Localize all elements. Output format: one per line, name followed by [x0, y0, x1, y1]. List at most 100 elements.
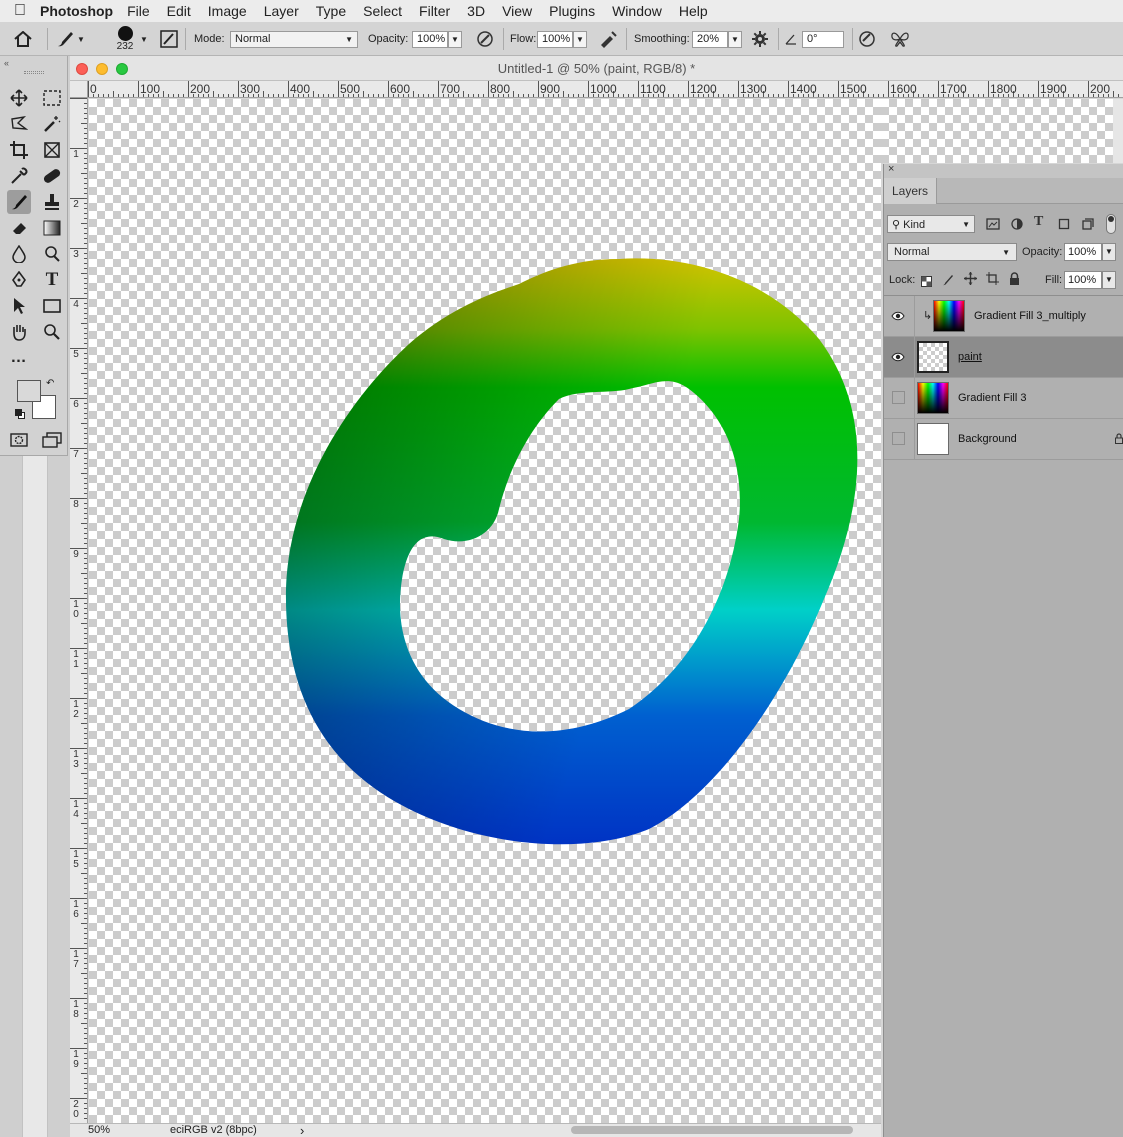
- menu-file[interactable]: File: [127, 3, 150, 19]
- collapse-panel-icon[interactable]: «: [4, 58, 9, 68]
- brush-preset-picker[interactable]: 232: [110, 22, 140, 56]
- angle-field[interactable]: 0°: [802, 22, 844, 56]
- eye-icon[interactable]: [890, 350, 906, 364]
- menu-help[interactable]: Help: [679, 3, 708, 19]
- menu-select[interactable]: Select: [363, 3, 402, 19]
- default-colors-icon[interactable]: [15, 409, 25, 419]
- menu-view[interactable]: View: [502, 3, 532, 19]
- layer-name[interactable]: Gradient Fill 3_multiply: [974, 310, 1086, 322]
- horizontal-scrollbar-thumb[interactable]: [571, 1126, 853, 1134]
- eyedropper-tool-icon[interactable]: [7, 164, 31, 188]
- magic-wand-tool-icon[interactable]: [40, 112, 64, 136]
- layer-name[interactable]: Background: [958, 433, 1017, 445]
- screen-mode-icon[interactable]: [40, 428, 64, 452]
- flow-field[interactable]: 100% ▼: [537, 22, 587, 56]
- vertical-scrollbar[interactable]: [1113, 99, 1123, 163]
- home-icon[interactable]: [14, 22, 40, 56]
- dodge-tool-icon[interactable]: [40, 242, 64, 266]
- menu-plugins[interactable]: Plugins: [549, 3, 595, 19]
- ruler-origin[interactable]: [70, 81, 88, 98]
- layer-fill-dropdown[interactable]: ▼: [1102, 271, 1116, 289]
- document-canvas[interactable]: [89, 99, 881, 1123]
- flow-dropdown[interactable]: ▼: [573, 30, 587, 48]
- layer-fill-input[interactable]: 100%: [1064, 271, 1102, 289]
- gear-icon[interactable]: [752, 22, 770, 56]
- status-menu-arrow[interactable]: ›: [300, 1124, 304, 1137]
- lock-transparency-icon[interactable]: [921, 274, 932, 292]
- pen-tool-icon[interactable]: [7, 268, 31, 292]
- foreground-color-swatch[interactable]: [17, 380, 41, 402]
- layer-name[interactable]: paint: [958, 351, 982, 363]
- visibility-toggle[interactable]: [892, 391, 905, 404]
- document-canvas[interactable]: [881, 99, 1113, 163]
- shape-filter-icon[interactable]: [1058, 217, 1070, 235]
- smart-object-filter-icon[interactable]: [1082, 217, 1094, 235]
- close-window-button[interactable]: [76, 63, 88, 75]
- swap-colors-icon[interactable]: ↶: [46, 378, 54, 389]
- frame-tool-icon[interactable]: [40, 138, 64, 162]
- smoothing-input[interactable]: 20%: [692, 30, 728, 48]
- layer-row-background[interactable]: Background: [884, 419, 1123, 460]
- airbrush-icon[interactable]: [598, 22, 618, 56]
- layer-row-gradient-fill[interactable]: Gradient Fill 3: [884, 378, 1123, 419]
- brush-tool-icon[interactable]: ▼: [55, 22, 95, 56]
- visibility-toggle[interactable]: [892, 432, 905, 445]
- zoom-level[interactable]: 50%: [88, 1124, 110, 1137]
- adjustment-filter-icon[interactable]: [1011, 217, 1023, 235]
- lock-artboard-icon[interactable]: [986, 272, 999, 290]
- hand-tool-icon[interactable]: [7, 320, 31, 344]
- pressure-size-icon[interactable]: [858, 22, 878, 56]
- layer-row-gradient-fill-multiply[interactable]: ↳ Gradient Fill 3_multiply: [884, 296, 1123, 337]
- opacity-field[interactable]: 100% ▼: [412, 22, 462, 56]
- filter-toggle[interactable]: [1106, 214, 1116, 234]
- layer-opacity-input[interactable]: 100%: [1064, 243, 1102, 261]
- rectangle-tool-icon[interactable]: [40, 294, 64, 318]
- tab-layers[interactable]: Layers: [884, 178, 937, 204]
- menu-edit[interactable]: Edit: [167, 3, 191, 19]
- brush-settings-panel-icon[interactable]: [160, 22, 180, 56]
- eye-icon[interactable]: [890, 309, 906, 323]
- panel-grip[interactable]: [24, 71, 44, 74]
- blur-tool-icon[interactable]: [7, 242, 31, 266]
- brush-tool-icon[interactable]: [7, 190, 31, 214]
- lasso-tool-icon[interactable]: [7, 112, 31, 136]
- marquee-tool-icon[interactable]: [40, 86, 64, 110]
- smoothing-dropdown[interactable]: ▼: [728, 30, 742, 48]
- pixel-filter-icon[interactable]: [986, 217, 1000, 235]
- clone-stamp-tool-icon[interactable]: [40, 190, 64, 214]
- flow-input[interactable]: 100%: [537, 30, 573, 48]
- crop-tool-icon[interactable]: [7, 138, 31, 162]
- angle-input[interactable]: 0°: [802, 30, 844, 48]
- layer-row-paint[interactable]: paint: [884, 337, 1123, 378]
- symmetry-butterfly-icon[interactable]: [890, 22, 912, 56]
- quick-mask-icon[interactable]: [7, 428, 31, 452]
- menu-app-name[interactable]: Photoshop: [40, 3, 113, 19]
- vertical-ruler[interactable]: 1 2 3 4 5 6 7 8 9 10 11 12 13 14 15 16 1…: [70, 98, 88, 1123]
- horizontal-ruler[interactable]: 0 100 200 300 400 500 600 700 800 900 10…: [88, 81, 1123, 98]
- mode-select[interactable]: Normal ▼: [230, 22, 358, 56]
- opacity-input[interactable]: 100%: [412, 30, 448, 48]
- zoom-tool-icon[interactable]: [40, 320, 64, 344]
- move-tool-icon[interactable]: [7, 86, 31, 110]
- menu-image[interactable]: Image: [208, 3, 247, 19]
- menu-type[interactable]: Type: [316, 3, 346, 19]
- menu-window[interactable]: Window: [612, 3, 662, 19]
- minimize-window-button[interactable]: [96, 63, 108, 75]
- pressure-opacity-icon[interactable]: [476, 22, 496, 56]
- close-panel-icon[interactable]: ×: [888, 163, 894, 175]
- menu-layer[interactable]: Layer: [264, 3, 299, 19]
- apple-icon[interactable]: : [0, 2, 40, 20]
- menu-filter[interactable]: Filter: [419, 3, 450, 19]
- healing-brush-tool-icon[interactable]: [40, 164, 64, 188]
- lock-all-icon[interactable]: [1009, 272, 1020, 290]
- more-tools-icon[interactable]: …: [7, 346, 31, 370]
- gradient-tool-icon[interactable]: [40, 216, 64, 240]
- menu-3d[interactable]: 3D: [467, 3, 485, 19]
- type-filter-icon[interactable]: T: [1034, 214, 1043, 230]
- lock-pixels-icon[interactable]: [942, 273, 954, 291]
- type-tool-icon[interactable]: T: [40, 268, 64, 292]
- lock-position-icon[interactable]: [964, 272, 977, 290]
- chevron-down-icon[interactable]: ▼: [140, 22, 150, 56]
- path-selection-tool-icon[interactable]: [7, 294, 31, 318]
- zoom-window-button[interactable]: [116, 63, 128, 75]
